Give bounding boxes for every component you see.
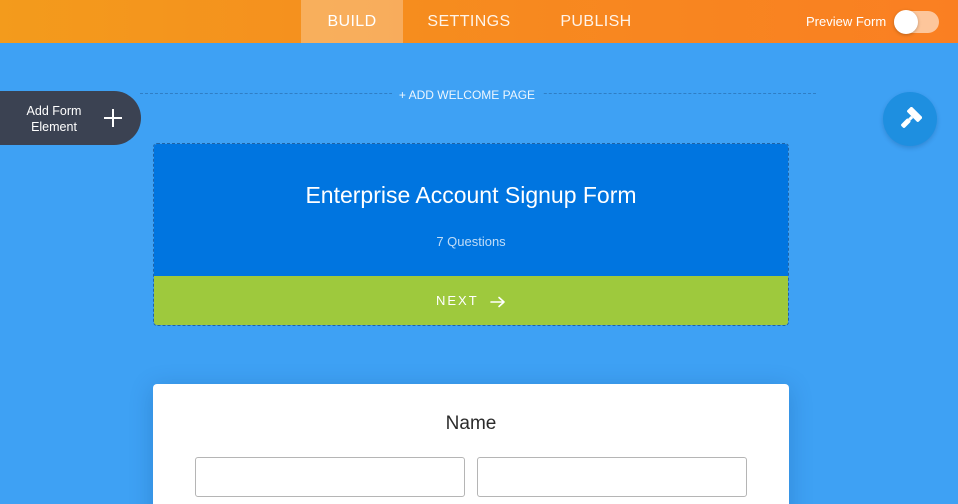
form-header-card[interactable]: Enterprise Account Signup Form 7 Questio… [153,143,789,326]
question-card[interactable]: Name [153,384,789,504]
add-form-element-label: Add Form Element [26,104,82,134]
preview-form-label: Preview Form [806,14,887,29]
tab-publish[interactable]: PUBLISH [548,0,644,43]
add-welcome-page-button[interactable]: + ADD WELCOME PAGE [392,87,542,103]
next-label: NEXT [435,293,479,308]
toggle-knob [894,10,918,34]
next-button[interactable]: NEXT [154,276,788,325]
form-header: Enterprise Account Signup Form 7 Questio… [154,144,788,276]
first-name-input[interactable] [195,457,465,497]
form-designer-button[interactable] [883,92,937,146]
paint-roller-icon [901,107,922,128]
top-toolbar: BUILD SETTINGS PUBLISH Preview Form [0,0,958,43]
question-count: 7 Questions [436,234,506,249]
form-title[interactable]: Enterprise Account Signup Form [154,182,788,209]
last-name-input[interactable] [477,457,747,497]
add-form-element-button[interactable]: Add Form Element [0,91,141,145]
tab-build[interactable]: BUILD [301,0,403,43]
plus-icon [101,106,125,130]
question-label[interactable]: Name [153,413,789,435]
tab-settings[interactable]: SETTINGS [416,0,522,43]
preview-form-toggle[interactable] [894,10,939,34]
arrow-right-icon [490,296,505,307]
next-button-content: NEXT [154,293,788,308]
